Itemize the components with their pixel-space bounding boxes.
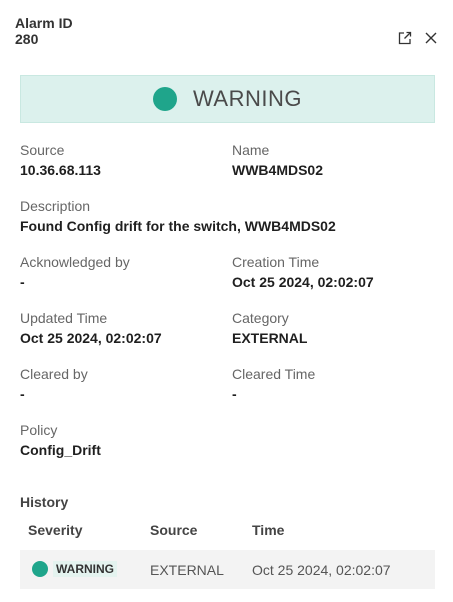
field-description: Description Found Config drift for the s… xyxy=(20,198,336,235)
field-value: - xyxy=(20,274,25,290)
history-time: Oct 25 2024, 02:02:07 xyxy=(252,562,391,578)
field-value: - xyxy=(20,386,25,402)
field-category: Category EXTERNAL xyxy=(232,310,307,347)
field-value: - xyxy=(232,386,237,402)
column-header-time[interactable]: Time xyxy=(252,522,284,538)
header-actions xyxy=(397,30,439,46)
history-source: EXTERNAL xyxy=(150,562,224,578)
alarm-id-value: 280 xyxy=(15,31,39,47)
open-in-new-icon[interactable] xyxy=(397,30,413,46)
severity-label: WARNING xyxy=(192,86,302,111)
field-value: Oct 25 2024, 02:02:07 xyxy=(20,330,162,346)
severity-text: WARNING xyxy=(53,561,117,577)
close-icon[interactable] xyxy=(423,30,439,46)
field-cleared-time: Cleared Time - xyxy=(232,366,315,403)
field-value: EXTERNAL xyxy=(232,330,308,346)
field-source: Source 10.36.68.113 xyxy=(20,142,101,179)
field-name: Name WWB4MDS02 xyxy=(232,142,323,179)
field-label: Description xyxy=(20,198,91,214)
field-value: Found Config drift for the switch, WWB4M… xyxy=(20,218,336,234)
field-cleared-by: Cleared by - xyxy=(20,366,88,403)
alarm-id-label: Alarm ID xyxy=(15,15,73,31)
field-policy: Policy Config_Drift xyxy=(20,422,101,459)
field-label: Acknowledged by xyxy=(20,254,130,270)
field-value: WWB4MDS02 xyxy=(232,162,324,178)
field-acknowledged-by: Acknowledged by - xyxy=(20,254,130,291)
column-header-severity[interactable]: Severity xyxy=(28,522,82,538)
severity-dot-icon xyxy=(152,87,177,111)
severity-dot-icon xyxy=(32,561,48,577)
field-label: Category xyxy=(232,310,289,326)
field-label: Cleared Time xyxy=(232,366,316,382)
table-row[interactable]: WARNING EXTERNAL Oct 25 2024, 02:02:07 xyxy=(20,550,435,589)
column-header-source[interactable]: Source xyxy=(150,522,197,538)
field-label: Policy xyxy=(20,422,58,438)
field-label: Creation Time xyxy=(232,254,320,270)
field-label: Cleared by xyxy=(20,366,88,382)
field-label: Source xyxy=(20,142,65,158)
field-value: Oct 25 2024, 02:02:07 xyxy=(232,274,374,290)
panel-header: Alarm ID 280 xyxy=(15,15,73,47)
field-updated-time: Updated Time Oct 25 2024, 02:02:07 xyxy=(20,310,162,347)
field-creation-time: Creation Time Oct 25 2024, 02:02:07 xyxy=(232,254,374,291)
field-value: 10.36.68.113 xyxy=(20,162,101,178)
field-label: Updated Time xyxy=(20,310,108,326)
alarm-detail-panel: Alarm ID 280 WARNING Source 10.36.68.113… xyxy=(0,0,453,602)
history-title: History xyxy=(20,494,69,510)
history-table-header: Severity Source Time xyxy=(20,520,435,542)
severity-badge: WARNING xyxy=(32,561,117,577)
field-value: Config_Drift xyxy=(20,442,101,458)
field-label: Name xyxy=(232,142,270,158)
severity-banner: WARNING xyxy=(20,75,435,123)
